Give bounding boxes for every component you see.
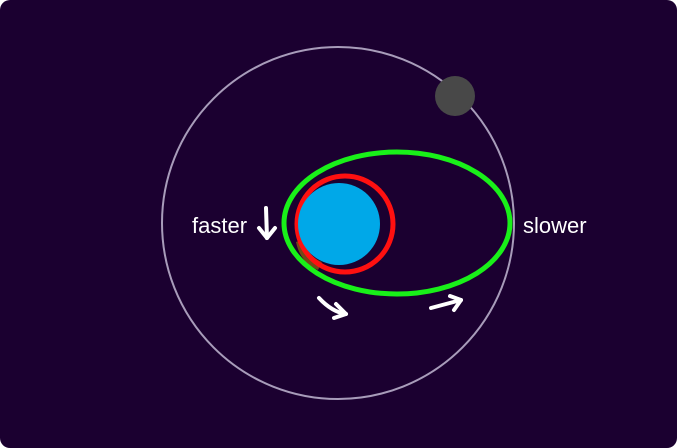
right-arrow-icon — [317, 296, 348, 320]
slower-label: slower — [523, 213, 587, 238]
orbit-diagram: faster slower — [161, 46, 587, 400]
faster-label: faster — [192, 213, 247, 238]
down-arrow-icon — [257, 206, 277, 240]
diagram-panel: faster slower — [0, 0, 677, 448]
planet — [298, 183, 380, 265]
moon — [435, 76, 475, 116]
right-arrow-icon — [429, 294, 463, 312]
